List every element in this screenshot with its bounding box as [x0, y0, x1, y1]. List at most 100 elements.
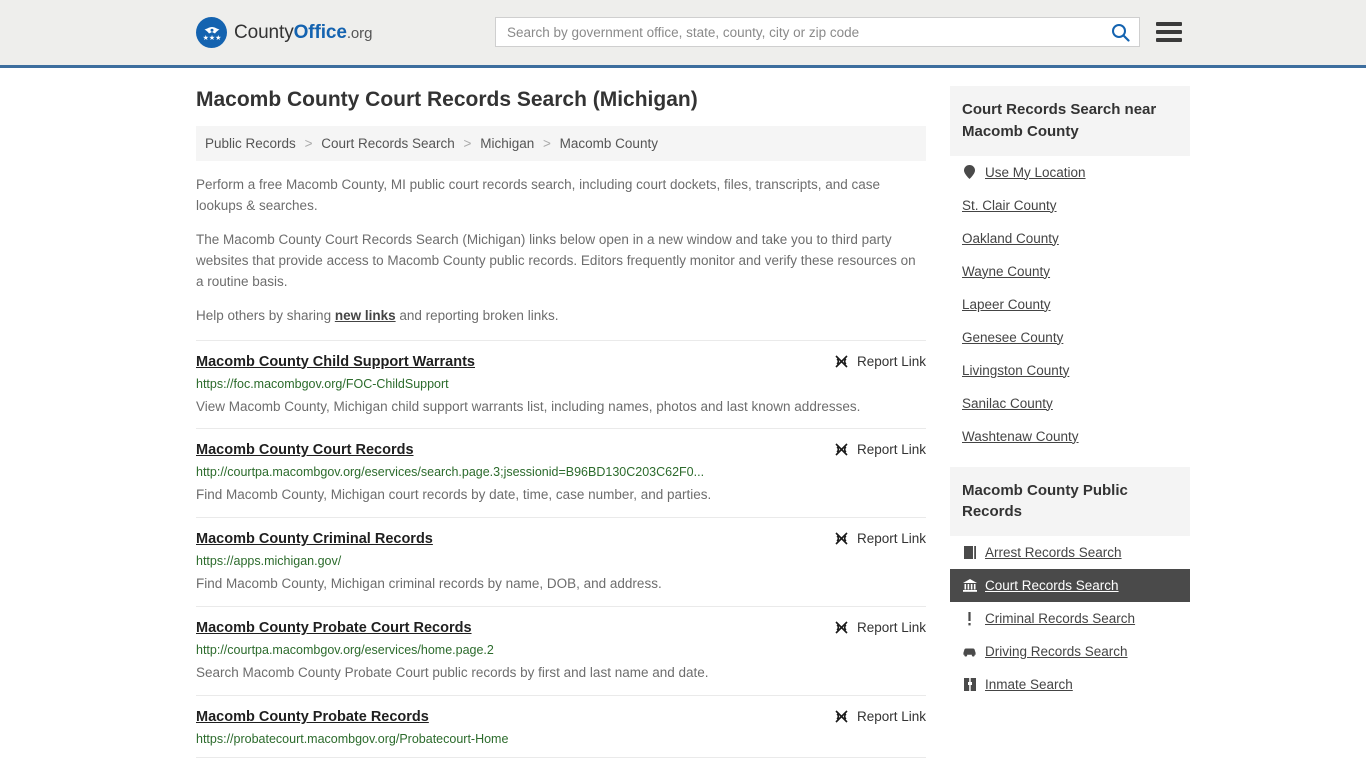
- result-url: http://courtpa.macombgov.org/eservices/h…: [196, 643, 494, 658]
- result-description: Search Macomb County Probate Court publi…: [196, 665, 709, 681]
- site-logo[interactable]: ★★★ CountyOffice.org: [196, 17, 372, 48]
- sidebar-item-court-records-search[interactable]: Court Records Search: [950, 569, 1190, 602]
- result-item: Macomb County Criminal Records Report Li…: [196, 518, 926, 608]
- broken-link-icon: [835, 532, 848, 545]
- sidebar-link-label[interactable]: Court Records Search: [985, 578, 1119, 593]
- result-title-link[interactable]: Macomb County Child Support Warrants: [196, 354, 475, 370]
- report-link-button[interactable]: Report Link: [820, 620, 926, 635]
- broken-link-icon: [835, 621, 848, 634]
- sidebar-link-label[interactable]: St. Clair County: [962, 198, 1057, 213]
- sidebar-link-label[interactable]: Sanilac County: [962, 396, 1053, 411]
- sidebar-item-criminal-records-search[interactable]: Criminal Records Search: [950, 602, 1190, 635]
- search-button[interactable]: [1111, 23, 1130, 42]
- nearby-searches-card: Court Records Search near Macomb County …: [950, 86, 1190, 453]
- sidebar-item-arrest-records-search[interactable]: Arrest Records Search: [950, 536, 1190, 569]
- broken-link-icon: [835, 443, 848, 457]
- breadcrumb-item-macomb-county[interactable]: Macomb County: [560, 136, 658, 151]
- hamburger-menu-icon[interactable]: [1156, 22, 1182, 42]
- result-description: Find Macomb County, Michigan criminal re…: [196, 576, 662, 592]
- intro-p3-before: Help others by sharing: [196, 307, 335, 323]
- result-url: https://probatecourt.macombgov.org/Proba…: [196, 732, 509, 747]
- result-title-link[interactable]: Macomb County Criminal Records: [196, 531, 433, 547]
- sidebar-link-label[interactable]: Criminal Records Search: [985, 611, 1135, 626]
- intro-p3-after: and reporting broken links.: [395, 307, 559, 323]
- sidebar-item-oakland-county[interactable]: Oakland County: [950, 222, 1190, 255]
- result-header: Macomb County Child Support Warrants Rep…: [196, 354, 926, 370]
- report-link-label: Report Link: [856, 442, 926, 458]
- sidebar-item-inmate-search[interactable]: Inmate Search: [950, 668, 1190, 701]
- nearby-searches-heading: Court Records Search near Macomb County: [950, 86, 1190, 156]
- courthouse-icon: [962, 579, 977, 592]
- car-icon: [962, 646, 977, 657]
- sidebar-item-genesee-county[interactable]: Genesee County: [950, 321, 1190, 354]
- sidebar-item-washtenaw-county[interactable]: Washtenaw County: [950, 420, 1190, 453]
- page-body: Macomb County Court Records Search (Mich…: [0, 68, 1366, 759]
- sidebar-link-label[interactable]: Inmate Search: [985, 677, 1073, 692]
- public-records-heading: Macomb County Public Records: [950, 466, 1190, 536]
- new-links-link[interactable]: new links: [335, 308, 396, 323]
- logo-prefix: County: [234, 21, 294, 43]
- sidebar-link-label[interactable]: Driving Records Search: [985, 644, 1128, 659]
- result-description: Find Macomb County, Michigan court recor…: [196, 487, 712, 503]
- report-link-label: Report Link: [856, 353, 926, 369]
- breadcrumb-separator: >: [304, 136, 313, 151]
- result-item: Macomb County Probate Records Report Lin…: [196, 696, 926, 759]
- result-item: Macomb County Probate Court Records Repo…: [196, 607, 926, 697]
- sidebar-link-label[interactable]: Wayne County: [962, 264, 1050, 279]
- report-link-label: Report Link: [856, 531, 926, 547]
- result-title-link[interactable]: Macomb County Court Records: [196, 442, 414, 458]
- result-title-link[interactable]: Macomb County Probate Court Records: [196, 620, 472, 636]
- search-box[interactable]: [495, 17, 1140, 47]
- report-link-label: Report Link: [856, 709, 926, 725]
- exclamation-icon: [962, 611, 977, 626]
- header-search-area: [495, 17, 1182, 47]
- results-list: Macomb County Child Support Warrants Rep…: [196, 339, 926, 759]
- result-header: Macomb County Probate Court Records Repo…: [196, 620, 926, 636]
- breadcrumb-separator: >: [543, 136, 551, 151]
- result-header: Macomb County Court Records Report Link: [196, 442, 926, 458]
- intro-paragraph-1: Perform a free Macomb County, MI public …: [196, 177, 881, 213]
- report-link-button[interactable]: Report Link: [820, 709, 926, 724]
- search-input[interactable]: [505, 23, 1111, 41]
- broken-link-icon: [835, 354, 848, 368]
- sidebar-link-label[interactable]: Use My Location: [985, 165, 1086, 180]
- sidebar-link-label[interactable]: Livingston County: [962, 363, 1069, 378]
- jail-icon: [962, 678, 977, 691]
- result-header: Macomb County Criminal Records Report Li…: [196, 531, 926, 547]
- breadcrumb-item-public-records[interactable]: Public Records: [205, 136, 296, 151]
- svg-text:★★★: ★★★: [202, 34, 221, 42]
- search-icon: [1112, 23, 1130, 42]
- report-link-button[interactable]: Report Link: [820, 531, 926, 546]
- logo-suffix: .org: [346, 24, 373, 42]
- result-item: Macomb County Court Records Report Link …: [196, 429, 926, 519]
- sidebar-link-label[interactable]: Washtenaw County: [962, 429, 1079, 444]
- map-pin-icon: [962, 165, 977, 179]
- sidebar-item-use-my-location[interactable]: Use My Location: [950, 156, 1190, 189]
- intro-paragraph-3: Help others by sharing new links and rep…: [196, 306, 926, 327]
- result-title-link[interactable]: Macomb County Probate Records: [196, 709, 429, 725]
- logo-bold: Office: [293, 21, 347, 43]
- sidebar-item-st-clair-county[interactable]: St. Clair County: [950, 189, 1190, 222]
- report-link-button[interactable]: Report Link: [820, 354, 926, 369]
- report-link-button[interactable]: Report Link: [820, 442, 926, 457]
- sidebar-link-label[interactable]: Genesee County: [962, 330, 1063, 345]
- sidebar-item-driving-records-search[interactable]: Driving Records Search: [950, 635, 1190, 668]
- sidebar-item-livingston-county[interactable]: Livingston County: [950, 354, 1190, 387]
- result-header: Macomb County Probate Records Report Lin…: [196, 709, 926, 725]
- hamburger-bar: [1156, 38, 1182, 42]
- sidebar-item-sanilac-county[interactable]: Sanilac County: [950, 387, 1190, 420]
- sidebar-link-label[interactable]: Oakland County: [962, 231, 1059, 246]
- breadcrumb-item-michigan[interactable]: Michigan: [480, 136, 534, 151]
- breadcrumb-item-court-records-search[interactable]: Court Records Search: [321, 136, 455, 151]
- sidebar-link-label[interactable]: Arrest Records Search: [985, 545, 1122, 560]
- sidebar-link-label[interactable]: Lapeer County: [962, 297, 1051, 312]
- breadcrumb: Public Records > Court Records Search > …: [196, 126, 926, 161]
- sidebar-item-lapeer-county[interactable]: Lapeer County: [950, 288, 1190, 321]
- main-content: Macomb County Court Records Search (Mich…: [196, 68, 926, 759]
- sidebar-item-wayne-county[interactable]: Wayne County: [950, 255, 1190, 288]
- public-records-card: Macomb County Public Records Arrest Reco…: [950, 466, 1190, 702]
- sidebar: Court Records Search near Macomb County …: [950, 68, 1190, 758]
- logo-text: CountyOffice.org: [234, 22, 372, 44]
- book-icon: [962, 546, 977, 559]
- result-url: https://apps.michigan.gov/: [196, 554, 342, 569]
